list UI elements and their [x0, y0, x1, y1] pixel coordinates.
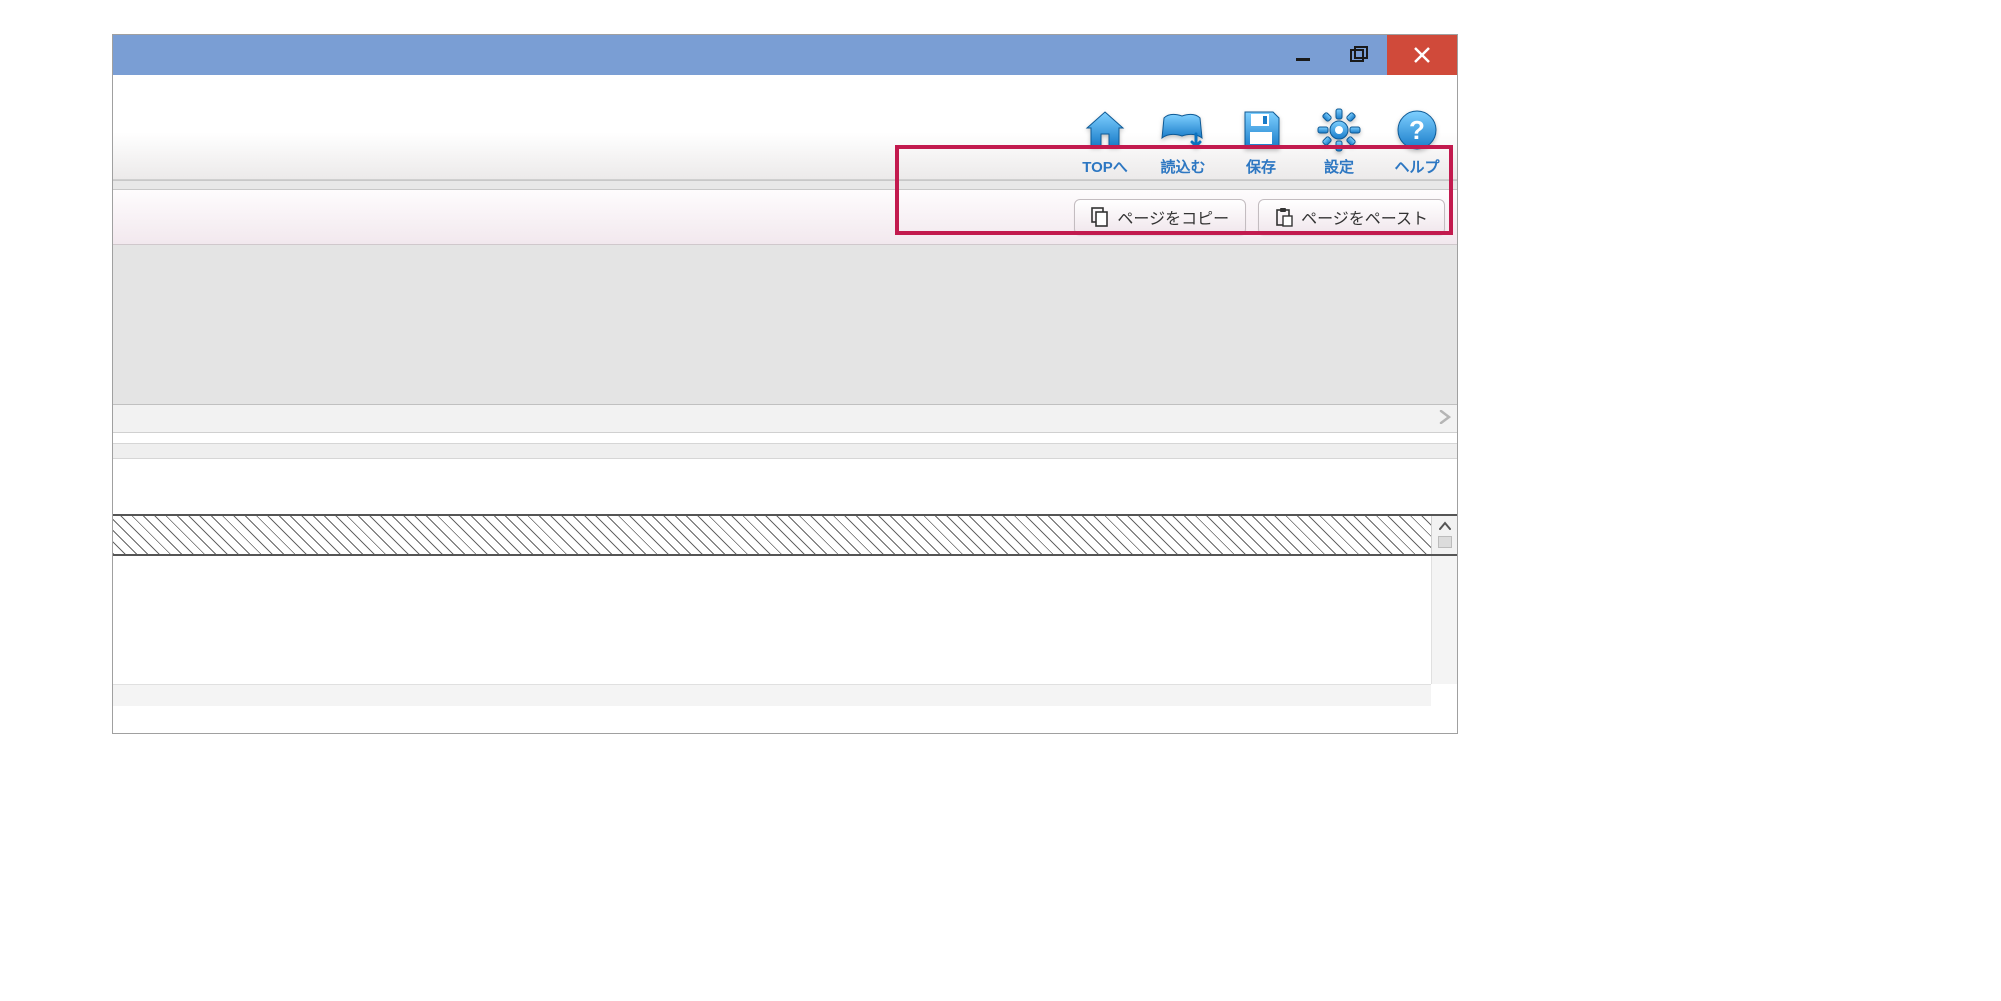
divider — [113, 180, 1457, 190]
horizontal-scrollbar-upper[interactable] — [113, 405, 1457, 433]
page-paste-button[interactable]: ページをペースト — [1258, 199, 1445, 235]
toolbar-top-button[interactable]: TOPへ — [1073, 106, 1137, 177]
toolbar-load-label: 読込む — [1160, 156, 1205, 177]
toolbar-top-label: TOPへ — [1082, 156, 1128, 177]
toolbar-settings-label: 設定 — [1324, 156, 1354, 177]
content-panel-lower — [113, 556, 1457, 706]
ruler-hatched-area — [113, 516, 1431, 554]
save-icon — [1239, 108, 1283, 152]
svg-text:?: ? — [1409, 115, 1425, 145]
titlebar — [113, 35, 1457, 75]
application-window: TOPへ 読込む 保存 — [112, 34, 1458, 734]
toolbar-save-label: 保存 — [1246, 156, 1276, 177]
minimize-button[interactable] — [1275, 35, 1331, 75]
toolbar-settings-button[interactable]: 設定 — [1307, 106, 1371, 177]
maximize-icon — [1349, 46, 1369, 64]
chevron-up-icon — [1439, 518, 1451, 534]
main-toolbar: TOPへ 読込む 保存 — [113, 75, 1457, 180]
vertical-scrollbar-lower[interactable] — [1431, 556, 1457, 684]
gear-icon — [1316, 107, 1362, 153]
horizontal-scrollbar-lower[interactable] — [113, 684, 1431, 706]
maximize-button[interactable] — [1331, 35, 1387, 75]
content-gap — [113, 459, 1457, 514]
content-panel-upper — [113, 245, 1457, 405]
book-load-icon — [1158, 108, 1208, 152]
help-icon: ? — [1395, 108, 1439, 152]
toolbar-load-button[interactable]: 読込む — [1151, 106, 1215, 177]
page-paste-label: ページをペースト — [1301, 205, 1428, 229]
toolbar-help-button[interactable]: ? ヘルプ — [1385, 106, 1449, 177]
ruler-bar — [113, 514, 1457, 556]
chevron-right-icon — [1439, 407, 1451, 430]
toolbar-save-button[interactable]: 保存 — [1229, 106, 1293, 177]
scrollbar-thumb[interactable] — [1438, 536, 1452, 548]
toolbar-help-label: ヘルプ — [1394, 156, 1439, 177]
separator-bar — [113, 443, 1457, 459]
home-icon — [1081, 108, 1129, 152]
page-toolbar: ページをコピー ページをペースト — [113, 190, 1457, 245]
close-icon — [1412, 45, 1432, 65]
page-copy-button[interactable]: ページをコピー — [1074, 199, 1246, 235]
window-controls — [1275, 35, 1457, 75]
close-button[interactable] — [1387, 35, 1457, 75]
paste-icon — [1275, 207, 1293, 227]
minimize-icon — [1294, 46, 1312, 64]
page-copy-label: ページをコピー — [1117, 205, 1229, 229]
copy-icon — [1091, 207, 1109, 227]
vertical-scrollbar[interactable] — [1431, 516, 1457, 554]
